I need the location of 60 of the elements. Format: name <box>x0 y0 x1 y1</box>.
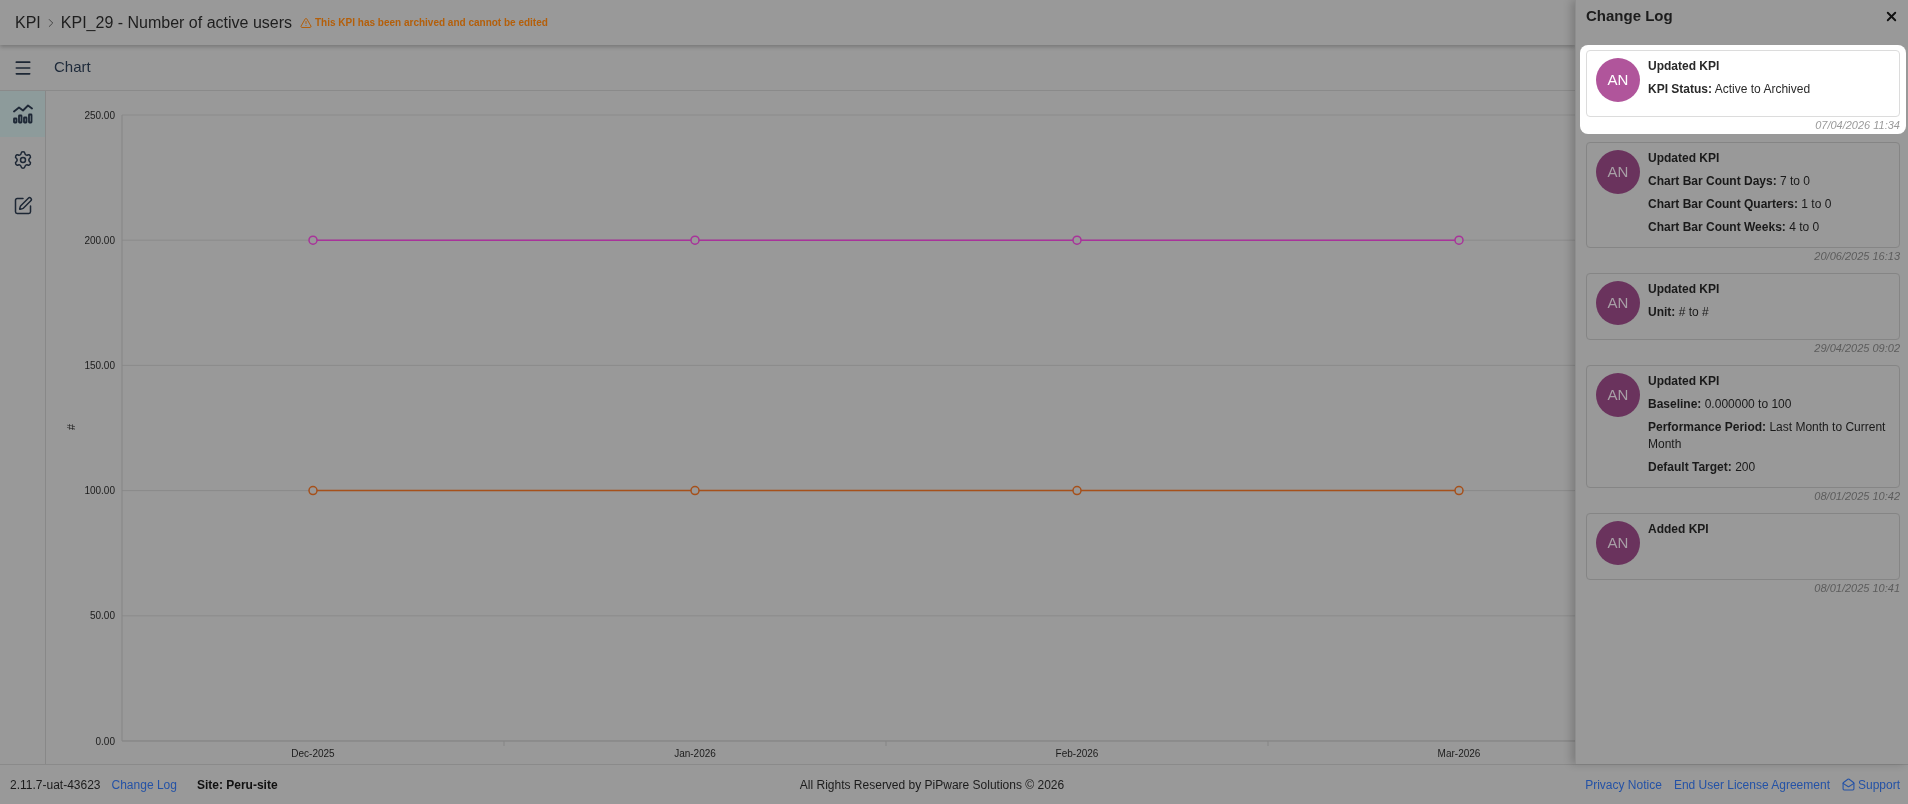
y-tick-label: 200.00 <box>84 234 115 246</box>
change-detail: Default Target: 200 <box>1648 459 1757 476</box>
y-tick-label: 250.00 <box>84 109 115 121</box>
entry-timestamp: 29/04/2025 09:02 <box>1814 341 1900 355</box>
data-point <box>308 485 318 496</box>
data-point <box>1454 485 1464 496</box>
data-point <box>1072 485 1082 496</box>
gear-icon <box>12 150 33 170</box>
x-tick-label: Mar-2026 <box>1437 748 1481 759</box>
site-label: Site: Peru-site <box>196 776 278 794</box>
x-tick-label: Jan-2026 <box>674 748 716 759</box>
entry-timestamp: 20/06/2025 16:13 <box>1814 249 1900 263</box>
chart-icon <box>12 104 33 124</box>
avatar: AN <box>1596 58 1640 102</box>
change-detail: Chart Bar Count Quarters: 1 to 0 <box>1648 196 1833 213</box>
support-link[interactable]: Support <box>1841 775 1900 794</box>
change-detail: Chart Bar Count Weeks: 4 to 0 <box>1648 219 1821 236</box>
y-tick-label: 50.00 <box>89 610 115 622</box>
panel-title: Change Log <box>1586 5 1673 26</box>
avatar: AN <box>1596 521 1640 565</box>
entry-timestamp: 08/01/2025 10:42 <box>1814 489 1900 503</box>
y-axis-title: # <box>65 423 77 431</box>
warning-message: This KPI has been archived and cannot be edited <box>315 16 548 30</box>
page-title: KPI_29 - Number of active users <box>60 12 292 33</box>
copyright-text: All Rights Reserved by PiPware Solutions © 2026 <box>799 776 1065 794</box>
entry-timestamp: 08/01/2025 10:41 <box>1814 581 1900 595</box>
avatar: AN <box>1596 150 1640 194</box>
data-point <box>308 235 318 245</box>
data-point <box>1454 235 1464 245</box>
y-tick-label: 100.00 <box>84 485 115 497</box>
y-tick-label: 0.00 <box>95 735 115 747</box>
version-label: 2.11.7-uat-43623 <box>10 776 101 794</box>
change-detail: Baseline: 0.000000 to 100 <box>1648 396 1793 413</box>
entry-title: Updated KPI <box>1648 58 1721 75</box>
change-detail: KPI Status: Active to Archived <box>1648 81 1812 98</box>
x-tick-label: Feb-2026 <box>1055 748 1099 759</box>
change-log-link[interactable]: Change Log <box>111 775 177 794</box>
footer-link[interactable]: End User License Agreement <box>1673 775 1830 794</box>
edit-icon <box>12 196 33 216</box>
x-tick-label: Dec-2025 <box>291 748 335 759</box>
section-title: Chart <box>54 57 91 78</box>
sidebar-item[interactable] <box>0 91 45 137</box>
data-point <box>690 235 700 245</box>
change-detail: Performance Period: Last Month to Current Month <box>1648 419 1887 453</box>
entry-title: Added KPI <box>1648 521 1710 538</box>
entry-title: Updated KPI <box>1648 281 1721 298</box>
avatar: AN <box>1596 373 1640 417</box>
change-detail: Unit: # to # <box>1648 304 1710 321</box>
breadcrumb-link[interactable]: KPI <box>15 10 41 35</box>
envelope-icon <box>1841 778 1855 791</box>
warning-icon <box>300 16 312 29</box>
entry-title: Updated KPI <box>1648 373 1721 390</box>
entry-title: Updated KPI <box>1648 150 1721 167</box>
change-detail: Chart Bar Count Days: 7 to 0 <box>1648 173 1812 190</box>
avatar: AN <box>1596 281 1640 325</box>
entry-timestamp: 07/04/2026 11:34 <box>1815 118 1900 132</box>
data-point <box>690 485 700 496</box>
y-tick-label: 150.00 <box>84 359 115 371</box>
data-point <box>1072 235 1082 245</box>
footer-link[interactable]: Privacy Notice <box>1585 775 1662 794</box>
